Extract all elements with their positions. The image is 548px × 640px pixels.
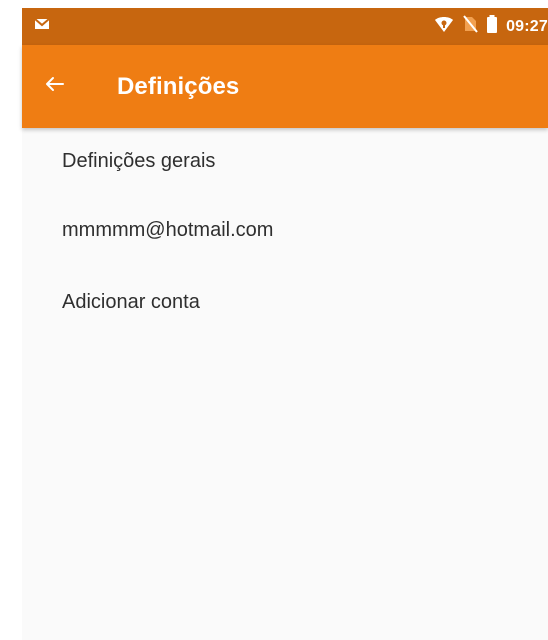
wifi-icon	[434, 15, 454, 38]
add-account-label: Adicionar conta	[62, 291, 200, 313]
arrow-left-icon	[43, 72, 67, 101]
settings-screen: 09:27 Definições Definições gerais mmmmm…	[22, 8, 548, 640]
status-bar: 09:27	[22, 8, 548, 45]
settings-list: Definições gerais mmmmm@hotmail.com Adic…	[22, 128, 548, 338]
status-time: 09:27	[506, 17, 548, 35]
status-icons: 09:27	[434, 8, 548, 45]
general-settings-item[interactable]: Definições gerais	[22, 128, 548, 194]
general-settings-label: Definições gerais	[62, 150, 216, 172]
battery-icon	[486, 15, 498, 38]
page-title: Definições	[117, 73, 240, 100]
mail-notification-icon	[34, 17, 50, 31]
add-account-item[interactable]: Adicionar conta	[22, 266, 548, 338]
account-item[interactable]: mmmmm@hotmail.com	[22, 194, 548, 266]
back-button[interactable]	[36, 67, 74, 105]
account-label: mmmmm@hotmail.com	[62, 219, 274, 241]
no-sim-icon	[462, 15, 478, 38]
app-bar: Definições	[22, 45, 548, 128]
